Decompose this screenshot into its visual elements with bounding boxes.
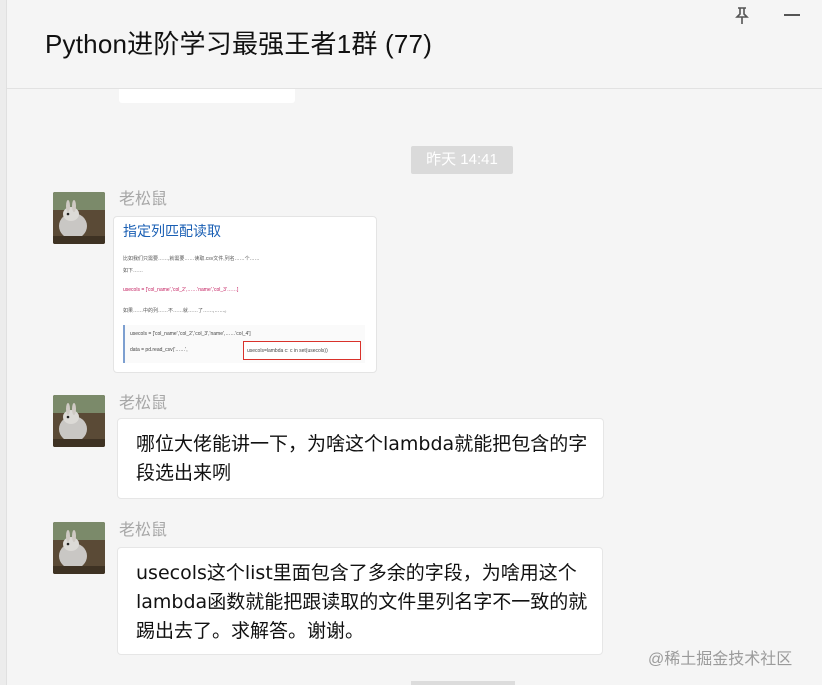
image-heading: 指定列匹配读取 xyxy=(123,223,221,239)
chat-title: Python进阶学习最强王者1群 (77) xyxy=(45,29,433,59)
message-bubble[interactable]: 哪位大佬能讲一下，为啥这个lambda就能把包含的字段选出来咧 xyxy=(117,418,604,499)
avatar[interactable] xyxy=(53,395,105,447)
message-timestamp: 昨天 14:41 xyxy=(411,146,513,174)
previous-message-card xyxy=(119,88,295,103)
image-highlight-box: usecols=lambda c: c in set(usecols)) xyxy=(243,341,361,360)
image-text-line: 比如我们只需要……,就需要……读取.csv文件,列名……个…… xyxy=(123,256,260,262)
sender-name: 老松鼠 xyxy=(119,191,168,208)
window-left-edge xyxy=(0,0,7,685)
image-text-line: 如果……中的列……不……就……了……,……。 xyxy=(123,308,230,314)
avatar[interactable] xyxy=(53,192,105,244)
sender-name: 老松鼠 xyxy=(119,522,168,539)
watermark: @稀土掘金技术社区 xyxy=(648,651,793,668)
avatar[interactable] xyxy=(53,522,105,574)
image-code-line: usecols = ['col_name','col_2','col_3','n… xyxy=(130,331,251,337)
minimize-icon[interactable] xyxy=(784,14,800,16)
sender-name: 老松鼠 xyxy=(119,395,168,412)
image-text-line: 如下…… xyxy=(123,268,144,274)
pin-icon[interactable] xyxy=(732,6,752,26)
image-code-line: data = pd.read_csv('……', xyxy=(130,347,188,353)
image-text-line: usecols = ['col_name','col_2',……'name','… xyxy=(123,287,239,293)
partial-timestamp xyxy=(411,681,515,685)
image-message[interactable]: 指定列匹配读取 比如我们只需要……,就需要……读取.csv文件,列名……个…… … xyxy=(113,216,377,373)
message-bubble[interactable]: usecols这个list里面包含了多余的字段，为啥用这个lambda函数就能把… xyxy=(117,547,603,655)
chat-header: Python进阶学习最强王者1群 (77) xyxy=(0,0,822,89)
